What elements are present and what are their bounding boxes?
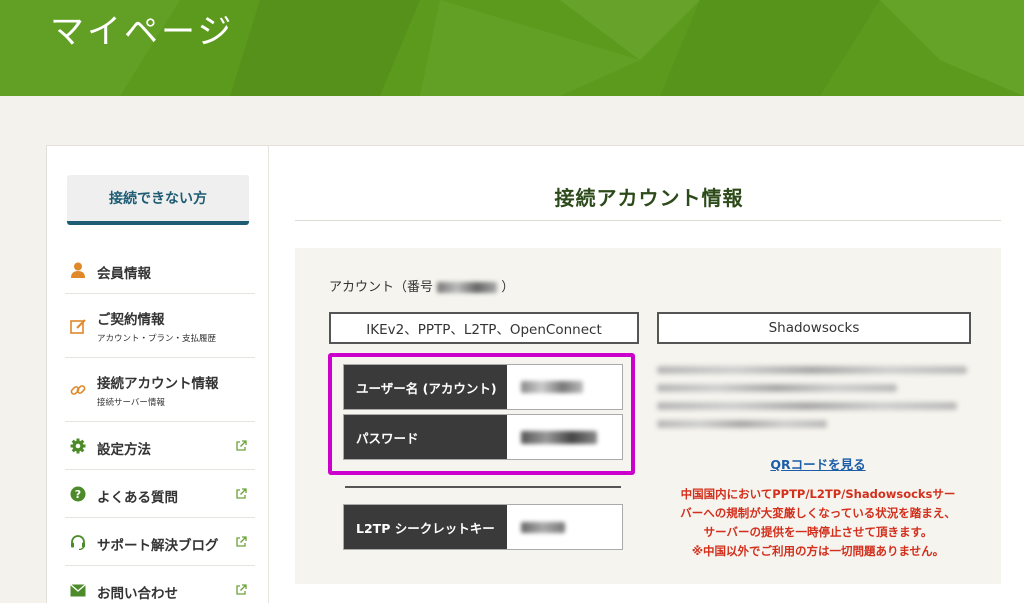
- external-link-icon: [236, 536, 247, 547]
- l2tp-secret-redacted: [521, 521, 565, 533]
- warning-line: サーバーの提供を一時停止させて頂きます。: [703, 525, 933, 539]
- sidebar-item-connection-account[interactable]: 接続アカウント情報 接続サーバー情報: [65, 358, 255, 422]
- content-card: 接続できない方 会員情報 ご契約情報 アカウント・プラン・支払履歴 接続アカウン…: [46, 145, 1024, 603]
- sidebar-item-setup[interactable]: 設定方法: [65, 422, 255, 470]
- shadowsocks-info-redacted: [657, 366, 977, 438]
- sidebar-item-sublabel: 接続サーバー情報: [97, 398, 165, 408]
- password-label: パスワード: [344, 415, 507, 459]
- cannot-connect-button[interactable]: 接続できない方: [67, 175, 249, 225]
- password-redacted: [521, 430, 597, 444]
- username-redacted: [521, 381, 583, 393]
- sidebar-item-label: 会員情報: [97, 266, 151, 282]
- username-label: ユーザー名 (アカウント): [344, 365, 507, 409]
- sidebar-item-faq[interactable]: ? よくある質問: [65, 470, 255, 518]
- external-link-icon: [236, 488, 247, 499]
- password-value[interactable]: [507, 415, 622, 459]
- account-number-redacted: [437, 282, 498, 293]
- sidebar-item-member-info[interactable]: 会員情報: [65, 246, 255, 294]
- sidebar-item-contract-info[interactable]: ご契約情報 アカウント・プラン・支払履歴: [65, 294, 255, 358]
- account-suffix: ）: [501, 280, 515, 295]
- warning-line: 中国国内においてPPTP/L2TP/Shadowsocksサー: [680, 487, 956, 501]
- link-icon: [70, 382, 86, 398]
- l2tp-secret-label: L2TP シークレットキー: [344, 505, 507, 549]
- sidebar: 接続できない方 会員情報 ご契約情報 アカウント・プラン・支払履歴 接続アカウン…: [47, 146, 269, 603]
- headset-icon: [70, 534, 86, 550]
- warning-line: バーへの規制が大変厳しくなっている状況を踏まえ、: [680, 506, 956, 520]
- sidebar-item-support-blog[interactable]: サポート解決ブログ: [65, 518, 255, 566]
- person-icon: [70, 262, 86, 278]
- sidebar-item-label: サポート解決ブログ: [97, 538, 219, 554]
- account-number-label: アカウント（番号 ）: [329, 276, 514, 295]
- username-row: ユーザー名 (アカウント): [343, 364, 623, 410]
- mail-icon: [70, 582, 86, 598]
- section-title: 接続アカウント情報: [554, 186, 744, 210]
- svg-text:?: ?: [75, 488, 81, 501]
- edit-icon: [70, 318, 86, 334]
- account-prefix: アカウント（番号: [329, 280, 434, 295]
- gear-icon: [70, 438, 86, 454]
- sidebar-item-sublabel: アカウント・プラン・支払履歴: [97, 334, 217, 344]
- l2tp-secret-value[interactable]: [507, 505, 622, 549]
- qr-code-link[interactable]: QRコードを見る: [655, 454, 981, 473]
- page-title: マイページ: [50, 12, 235, 52]
- sidebar-item-label: お問い合わせ: [97, 586, 178, 602]
- sidebar-item-label: ご契約情報: [97, 312, 165, 328]
- main-content: 接続アカウント情報 アカウント（番号 ） IKEv2、PPTP、L2TP、Ope…: [269, 146, 1024, 603]
- username-value[interactable]: [507, 365, 622, 409]
- tab-protocols[interactable]: IKEv2、PPTP、L2TP、OpenConnect: [329, 312, 639, 344]
- divider: [295, 220, 1001, 221]
- external-link-icon: [236, 584, 247, 595]
- tab-shadowsocks[interactable]: Shadowsocks: [657, 312, 971, 344]
- divider: [345, 486, 621, 488]
- sidebar-item-label: よくある質問: [97, 490, 178, 506]
- password-row: パスワード: [343, 414, 623, 460]
- warning-line: ※中国以外でご利用の方は一切問題ありません。: [691, 544, 945, 558]
- account-panel: アカウント（番号 ） IKEv2、PPTP、L2TP、OpenConnect S…: [295, 248, 1001, 584]
- l2tp-secret-row: L2TP シークレットキー: [343, 504, 623, 550]
- question-icon: ?: [70, 486, 86, 502]
- sidebar-item-label: 接続アカウント情報: [97, 376, 219, 392]
- sidebar-item-contact[interactable]: お問い合わせ: [65, 566, 255, 603]
- header-banner: マイページ: [0, 0, 1024, 96]
- china-warning-notice: 中国国内においてPPTP/L2TP/Shadowsocksサー バーへの規制が大…: [655, 485, 981, 561]
- sidebar-item-label: 設定方法: [97, 442, 151, 458]
- external-link-icon: [236, 440, 247, 451]
